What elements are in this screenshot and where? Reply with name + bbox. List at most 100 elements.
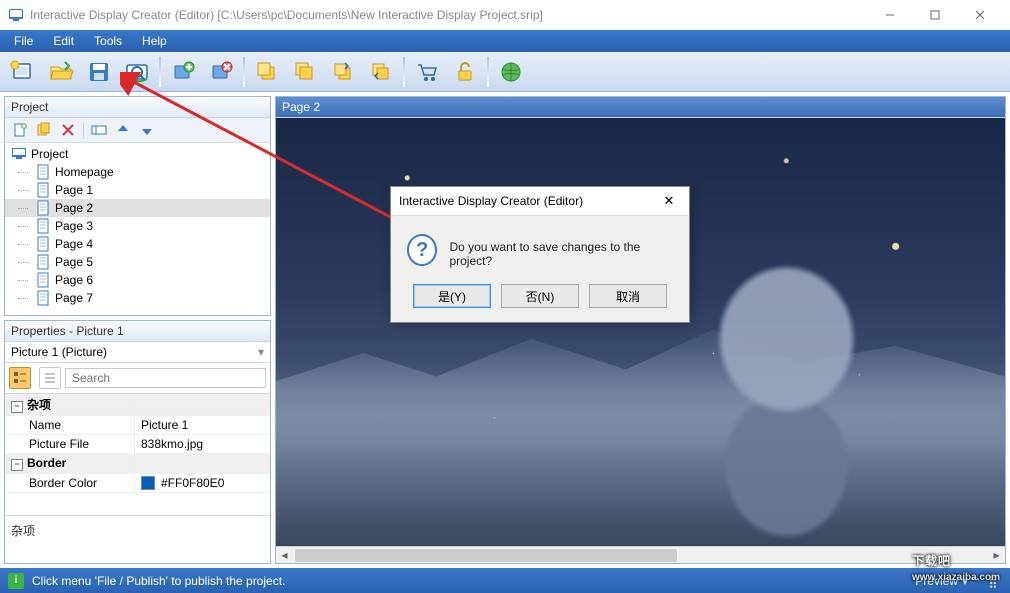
maximize-button[interactable] (912, 1, 957, 30)
delete-page-button[interactable] (59, 121, 77, 139)
prop-group-border[interactable]: −Border (5, 454, 270, 474)
toolbar-separator (403, 57, 405, 87)
dialog-title-text: Interactive Display Creator (Editor) (399, 194, 657, 208)
properties-description: 杂项 (5, 515, 270, 563)
color-swatch-icon (141, 476, 155, 490)
properties-object-label: Picture 1 (Picture) (11, 345, 107, 359)
properties-alphabetical-button[interactable] (39, 367, 61, 389)
tree-item-label: Page 2 (55, 201, 93, 215)
collapse-icon[interactable]: − (11, 459, 23, 471)
prop-row-name[interactable]: Name Picture 1 (5, 416, 270, 435)
tree-item-label: Page 3 (55, 219, 93, 233)
tree-item-page[interactable]: Homepage (5, 163, 270, 181)
canvas-panel: Page 2 ◂ ▸ (275, 96, 1006, 564)
tree-item-label: Page 5 (55, 255, 93, 269)
preview-button[interactable] (119, 54, 155, 90)
tree-item-page[interactable]: Page 2 (5, 199, 270, 217)
toolbar-separator (159, 57, 161, 87)
properties-grid: −杂项 Name Picture 1 Picture File 838kmo.j… (5, 394, 270, 515)
add-page-button[interactable] (11, 121, 29, 139)
menu-edit[interactable]: Edit (43, 32, 84, 50)
project-tree[interactable]: Project Homepage Page 1 Page 2 Page 3 Page 4… (5, 143, 270, 315)
toolbar-separator (243, 57, 245, 87)
project-panel-toolbar (5, 118, 270, 143)
save-button[interactable] (81, 54, 117, 90)
cart-button[interactable] (409, 54, 445, 90)
page-icon (35, 254, 51, 270)
tree-item-label: Page 7 (55, 291, 93, 305)
tree-item-label: Page 4 (55, 237, 93, 251)
properties-object-selector[interactable]: Picture 1 (Picture) ▾ (5, 342, 270, 363)
canvas-viewport[interactable] (276, 118, 1005, 546)
project-panel: Project Project Homepage Page 1 Page 2 Page… (4, 96, 271, 316)
window-titlebar: Interactive Display Creator (Editor) [C:… (0, 0, 1010, 30)
menubar: File Edit Tools Help (0, 30, 1010, 52)
copy-page-button[interactable] (35, 121, 53, 139)
dialog-yes-button[interactable]: 是(Y) (413, 284, 491, 308)
dialog-close-button[interactable]: ✕ (657, 193, 681, 209)
chevron-down-icon: ▾ (258, 345, 264, 359)
tree-item-page[interactable]: Page 7 (5, 289, 270, 307)
canvas-image-figure (670, 255, 903, 546)
window-title: Interactive Display Creator (Editor) [C:… (30, 8, 867, 22)
prop-group-misc[interactable]: −杂项 (5, 394, 270, 416)
statusbar: i Click menu 'File / Publish' to publish… (0, 568, 1010, 593)
info-icon: i (8, 573, 24, 589)
open-button[interactable] (43, 54, 79, 90)
scroll-track[interactable] (293, 547, 988, 564)
dialog-titlebar[interactable]: Interactive Display Creator (Editor) ✕ (391, 187, 689, 216)
properties-categorized-button[interactable] (9, 367, 31, 389)
rename-page-button[interactable] (90, 121, 108, 139)
canvas-title: Page 2 (276, 97, 1005, 118)
bring-forward-button[interactable] (325, 54, 361, 90)
scroll-left-button[interactable]: ◂ (276, 547, 293, 564)
tree-item-page[interactable]: Page 6 (5, 271, 270, 289)
tree-item-page[interactable]: Page 5 (5, 253, 270, 271)
send-backward-button[interactable] (363, 54, 399, 90)
page-icon (35, 164, 51, 180)
minimize-button[interactable] (867, 1, 912, 30)
status-message: Click menu 'File / Publish' to publish t… (32, 574, 285, 588)
tree-root-label: Project (31, 147, 68, 161)
page-icon (35, 218, 51, 234)
menu-tools[interactable]: Tools (84, 32, 132, 50)
collapse-icon[interactable]: − (11, 401, 23, 413)
tree-item-page[interactable]: Page 3 (5, 217, 270, 235)
close-button[interactable] (957, 1, 1002, 30)
move-down-button[interactable] (138, 121, 156, 139)
delete-object-button[interactable] (203, 54, 239, 90)
monitor-icon (11, 146, 27, 162)
move-up-button[interactable] (114, 121, 132, 139)
menu-help[interactable]: Help (132, 32, 177, 50)
tree-item-page[interactable]: Page 1 (5, 181, 270, 199)
add-object-button[interactable] (165, 54, 201, 90)
properties-panel: Properties - Picture 1 Picture 1 (Pictur… (4, 320, 271, 564)
dialog-cancel-button[interactable]: 取消 (589, 284, 667, 308)
bring-front-button[interactable] (249, 54, 285, 90)
dialog-no-button[interactable]: 否(N) (501, 284, 579, 308)
canvas-scrollbar-horizontal[interactable]: ◂ ▸ (276, 546, 1005, 563)
tree-item-label: Homepage (55, 165, 114, 179)
menu-file[interactable]: File (4, 32, 43, 50)
web-button[interactable] (493, 54, 529, 90)
send-back-button[interactable] (287, 54, 323, 90)
page-icon (35, 272, 51, 288)
page-icon (35, 290, 51, 306)
tree-item-label: Page 1 (55, 183, 93, 197)
properties-search-input[interactable] (65, 368, 266, 388)
save-changes-dialog: Interactive Display Creator (Editor) ✕ ?… (390, 186, 690, 323)
question-icon: ? (407, 234, 437, 266)
tree-root[interactable]: Project (5, 145, 270, 163)
toolbar-separator (487, 57, 489, 87)
scroll-thumb[interactable] (295, 549, 677, 562)
project-panel-title: Project (5, 97, 270, 118)
prop-row-border-color[interactable]: Border Color #FF0F80E0 (5, 474, 270, 493)
main-toolbar (0, 52, 1010, 92)
unlock-button[interactable] (447, 54, 483, 90)
prop-row-picture-file[interactable]: Picture File 838kmo.jpg (5, 435, 270, 454)
new-project-button[interactable] (5, 54, 41, 90)
watermark: 下载吧 www.xiazaiba.com (912, 544, 1000, 583)
page-icon (35, 182, 51, 198)
properties-panel-title: Properties - Picture 1 (5, 321, 270, 342)
tree-item-page[interactable]: Page 4 (5, 235, 270, 253)
